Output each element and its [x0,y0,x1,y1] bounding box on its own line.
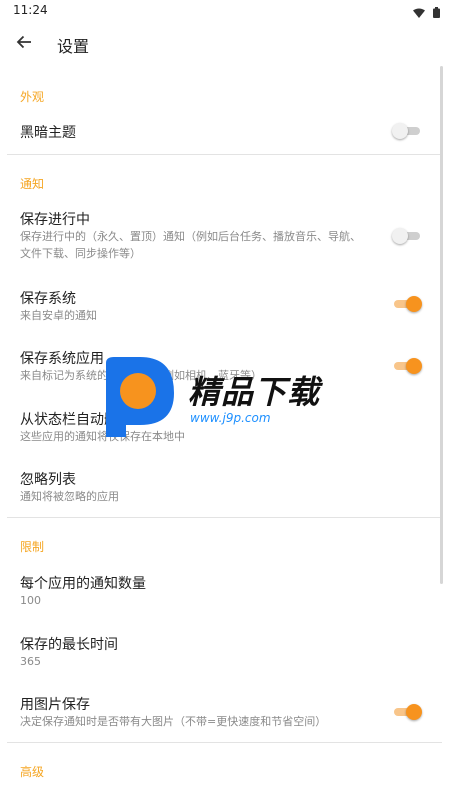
section-header-appearance: 外观 [20,90,45,104]
status-time: 11:24 [13,3,48,17]
page-title: 设置 [57,37,90,56]
setting-subtitle: 通知将被忽略的应用 [20,490,119,503]
setting-title: 黑暗主题 [20,125,76,141]
setting-value: 365 [20,655,41,668]
status-bar: 11:24 [0,0,450,22]
setting-max-age[interactable]: 保存的最长时间 365 [0,624,442,674]
setting-title: 保存系统 [20,291,76,307]
setting-title: 保存进行中 [20,212,90,228]
divider [7,517,442,518]
setting-per-app-count[interactable]: 每个应用的通知数量 100 [0,563,442,613]
scrollbar[interactable] [440,66,443,584]
setting-save-images[interactable]: 用图片保存 决定保存通知时是否带有大图片（不带=更快速度和节省空间） [0,684,442,734]
section-header-notifications: 通知 [20,177,45,191]
wifi-icon [413,3,425,22]
setting-subtitle: 保存进行中的（永久、置顶）通知（例如后台任务、播放音乐、导航、文件下载、同步操作… [20,230,361,260]
section-header-advanced: 高级 [20,765,45,779]
arrow-left-icon [16,34,32,54]
section-header-limits: 限制 [20,540,45,554]
watermark-text: 精品下载 [188,373,321,411]
setting-subtitle: 决定保存通知时是否带有大图片（不带=更快速度和节省空间） [20,715,327,728]
divider [7,742,442,743]
dark-theme-switch[interactable] [392,123,420,139]
setting-title: 保存系统应用 [20,351,104,367]
toolbar: 设置 [0,22,450,66]
setting-title: 每个应用的通知数量 [20,576,146,592]
divider [7,154,442,155]
setting-title: 用图片保存 [20,697,90,713]
watermark: 精品下载 www.j9p.com [100,355,360,445]
save-images-switch[interactable] [394,704,422,720]
setting-dark-theme[interactable]: 黑暗主题 [0,110,442,154]
save-system-apps-switch[interactable] [394,358,422,374]
watermark-url: www.j9p.com [190,411,271,425]
watermark-logo-icon [106,357,174,437]
setting-save-ongoing[interactable]: 保存进行中 保存进行中的（永久、置顶）通知（例如后台任务、播放音乐、导航、文件下… [0,201,442,271]
setting-title: 忽略列表 [20,472,76,488]
status-icons [413,3,440,22]
back-button[interactable] [10,30,38,58]
save-ongoing-switch[interactable] [392,228,420,244]
setting-title: 保存的最长时间 [20,637,118,653]
setting-ignore-list[interactable]: 忽略列表 通知将被忽略的应用 [0,459,442,509]
setting-value: 100 [20,594,41,607]
save-system-switch[interactable] [394,296,422,312]
battery-icon [433,3,440,22]
setting-subtitle: 来自安卓的通知 [20,309,97,322]
setting-save-system[interactable]: 保存系统 来自安卓的通知 [0,278,442,328]
